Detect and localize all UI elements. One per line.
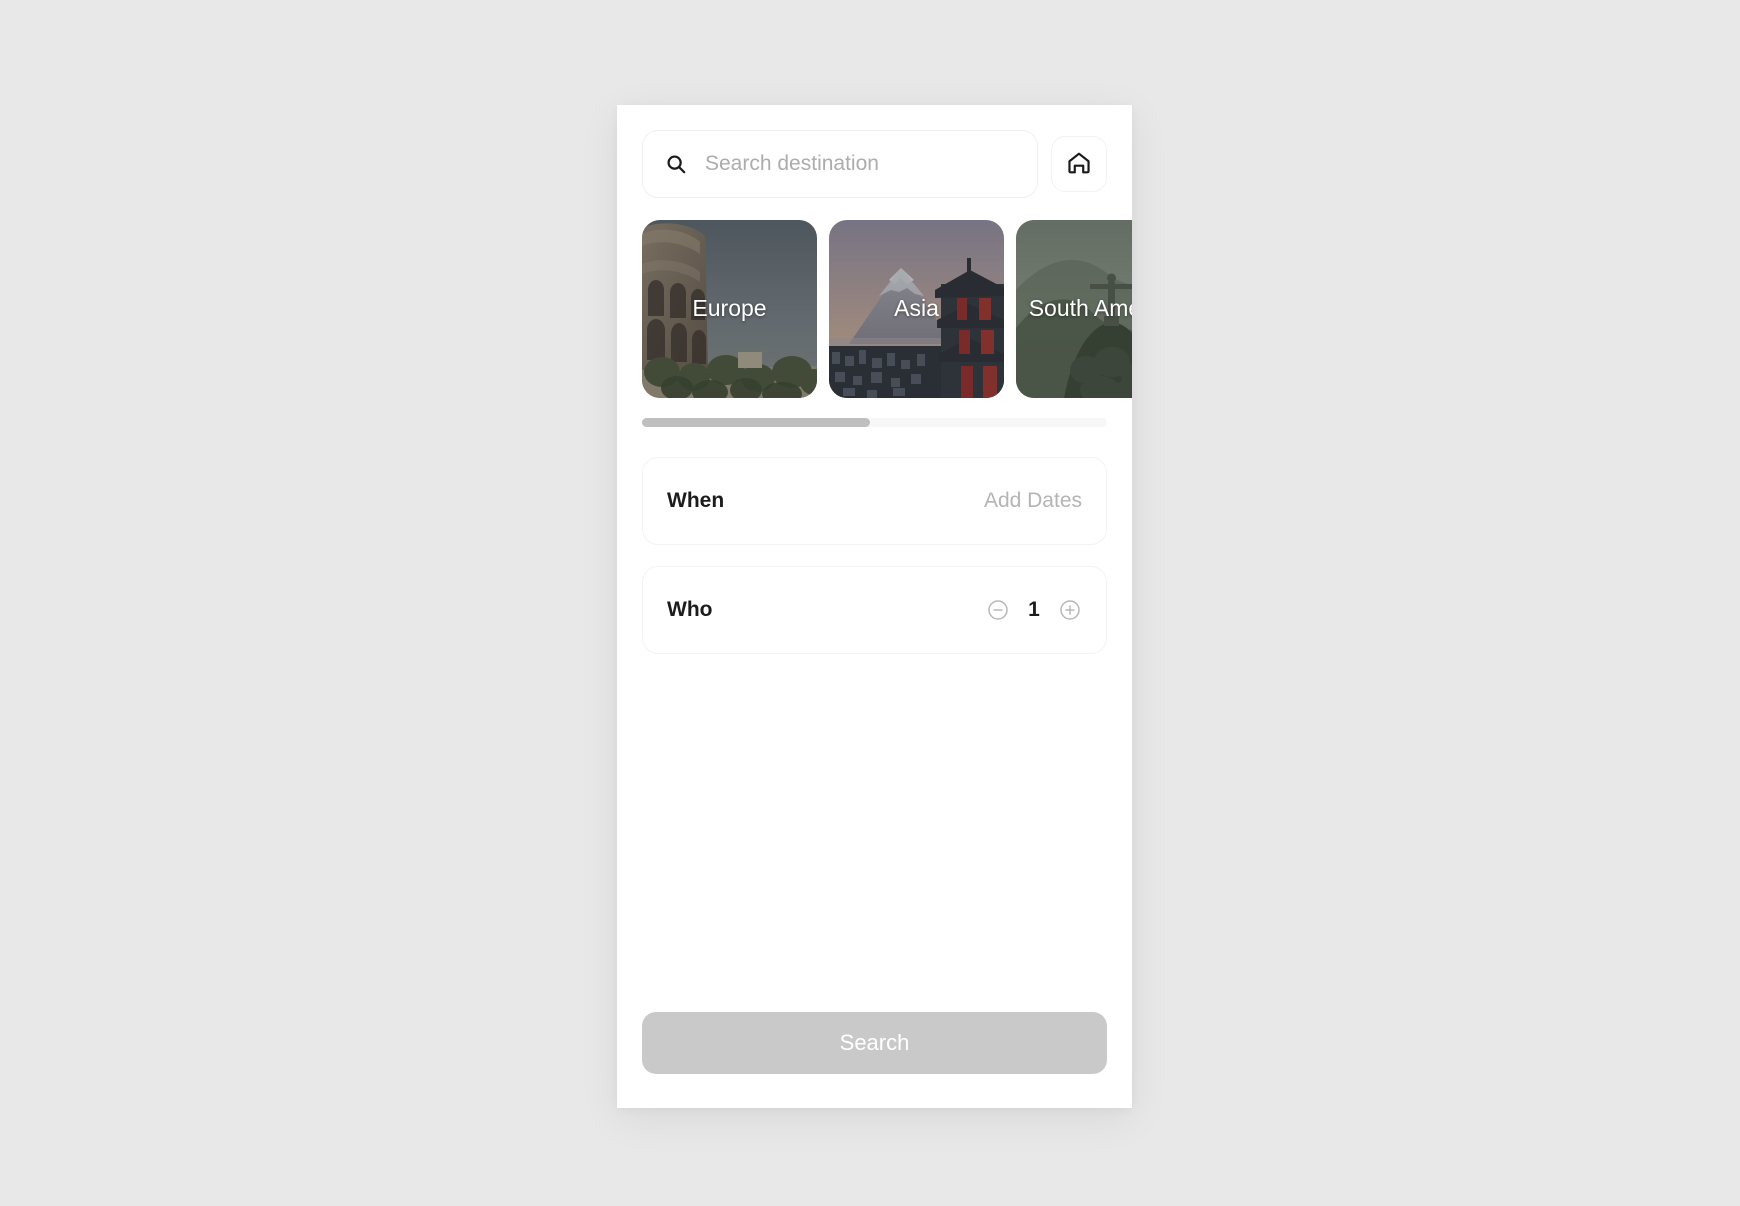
who-row[interactable]: Who 1 [642,566,1107,654]
search-icon [665,153,687,175]
search-row [617,105,1132,198]
when-row[interactable]: When Add Dates [642,457,1107,545]
plus-circle-icon[interactable] [1058,598,1082,622]
guest-count: 1 [1028,598,1040,621]
add-dates-value[interactable]: Add Dates [984,489,1082,513]
destination-card-label: South America [1028,295,1132,322]
destination-card-europe[interactable]: Europe [642,220,817,398]
search-field[interactable] [642,130,1038,198]
options-section: When Add Dates Who 1 [617,427,1132,654]
footer: Search [617,1012,1132,1108]
destination-card-strip[interactable]: Europe Asia South Am [617,220,1132,398]
who-label: Who [667,598,713,621]
destination-scrollbar-thumb[interactable] [642,418,870,427]
search-input[interactable] [705,152,1015,176]
destination-card-label: Europe [692,295,767,322]
destination-card-asia[interactable]: Asia [829,220,1004,398]
when-label: When [667,489,725,512]
destination-card-south-america[interactable]: South America [1016,220,1132,398]
destination-scrollbar-track[interactable] [642,418,1107,427]
search-button[interactable]: Search [642,1012,1107,1074]
home-button[interactable] [1051,136,1107,192]
destination-card-label: Asia [894,295,939,322]
minus-circle-icon[interactable] [986,598,1010,622]
search-panel: Europe [617,105,1132,1108]
destinations-section: Europe Asia South Am [617,220,1132,427]
guest-stepper: 1 [986,598,1082,622]
home-icon [1066,150,1092,179]
